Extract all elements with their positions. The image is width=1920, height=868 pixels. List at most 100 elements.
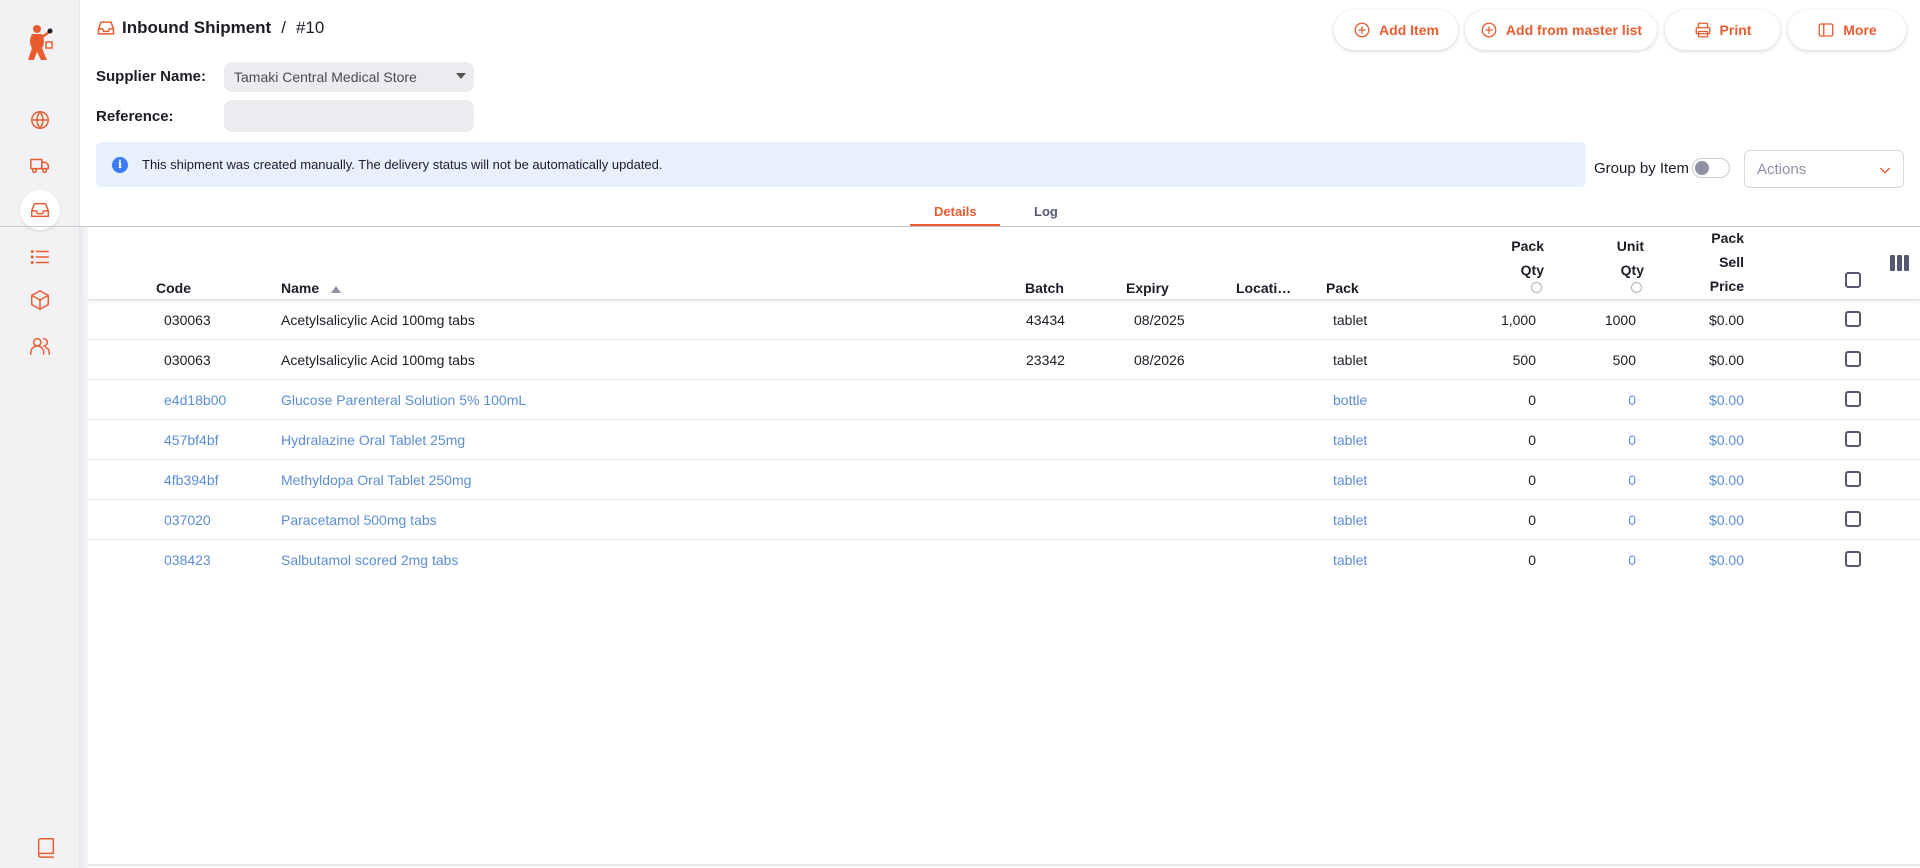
col-header-pack-sell-price[interactable]: Pack Sell Price — [1684, 226, 1744, 298]
cell-batch: 23342 — [1026, 352, 1065, 368]
truck-icon[interactable] — [20, 145, 60, 185]
row-checkbox[interactable] — [1845, 311, 1861, 327]
page-title: Inbound Shipment / #10 — [96, 16, 324, 40]
cell-pack: tablet — [1333, 432, 1368, 448]
plus-circle-icon — [1481, 22, 1497, 38]
plus-circle-icon — [1354, 22, 1370, 38]
cell-price: $0.00 — [1708, 472, 1744, 488]
cell-price: $0.00 — [1708, 352, 1744, 368]
cell-code: 4fb394bf — [164, 472, 219, 488]
cell-pack-qty: 0 — [1528, 432, 1536, 448]
col-header-unit-qty[interactable]: Unit Qty — [1584, 234, 1644, 294]
cell-pack-qty: 0 — [1528, 552, 1536, 568]
table-row[interactable]: 037020 Paracetamol 500mg tabs tablet 0 0… — [88, 500, 1920, 540]
supplier-select[interactable]: Tamaki Central Medical Store — [224, 62, 474, 92]
col-header-name[interactable]: Name — [281, 280, 342, 296]
cell-price: $0.00 — [1708, 552, 1744, 568]
col-header-code[interactable]: Code — [156, 280, 191, 296]
caret-down-icon — [456, 73, 466, 79]
col-header-batch[interactable]: Batch — [1025, 280, 1064, 296]
add-from-master-list-button[interactable]: Add from master list — [1465, 10, 1657, 50]
table-row[interactable]: 030063 Acetylsalicylic Acid 100mg tabs 2… — [88, 340, 1920, 380]
table-row[interactable]: e4d18b00 Glucose Parenteral Solution 5% … — [88, 380, 1920, 420]
help-circle-icon[interactable] — [1631, 282, 1642, 293]
group-by-item-toggle[interactable] — [1692, 158, 1730, 178]
content-edge — [80, 226, 88, 868]
table-row[interactable]: 4fb394bf Methyldopa Oral Tablet 250mg ta… — [88, 460, 1920, 500]
cell-price: $0.00 — [1708, 312, 1744, 328]
table-header: Code Name Batch Expiry Locati… Pack Pack… — [88, 227, 1920, 300]
add-from-master-label: Add from master list — [1505, 22, 1643, 38]
cell-code: e4d18b00 — [164, 392, 227, 408]
info-icon: i — [112, 156, 128, 173]
select-all-checkbox[interactable] — [1845, 272, 1861, 288]
col-header-location[interactable]: Locati… — [1236, 280, 1291, 296]
col-header-name-label: Name — [281, 280, 320, 296]
sell-line2: Sell — [1719, 254, 1744, 270]
print-button[interactable]: Print — [1665, 10, 1780, 50]
print-label: Print — [1719, 22, 1752, 38]
cell-unit-qty: 0 — [1628, 512, 1636, 528]
reference-input[interactable] — [224, 100, 474, 132]
box-icon[interactable] — [20, 280, 60, 320]
toggle-knob — [1695, 161, 1709, 175]
cell-pack-qty: 0 — [1528, 472, 1536, 488]
row-checkbox[interactable] — [1845, 511, 1861, 527]
reference-label: Reference: — [96, 108, 174, 125]
table-row[interactable]: 038423 Salbutamol scored 2mg tabs tablet… — [88, 540, 1920, 580]
help-circle-icon[interactable] — [1531, 282, 1542, 293]
row-checkbox[interactable] — [1845, 471, 1861, 487]
cell-name: Acetylsalicylic Acid 100mg tabs — [281, 352, 475, 368]
cell-expiry: 08/2026 — [1134, 352, 1185, 368]
col-header-pack-qty[interactable]: Pack Qty — [1484, 234, 1544, 294]
inbox-icon — [97, 21, 115, 35]
cell-pack-qty: 0 — [1528, 392, 1536, 408]
list-icon[interactable] — [20, 237, 60, 277]
row-checkbox[interactable] — [1845, 431, 1861, 447]
book-icon[interactable] — [26, 827, 66, 867]
more-button[interactable]: More — [1788, 10, 1906, 50]
app-logo[interactable] — [22, 20, 56, 64]
tab-log[interactable]: Log — [1034, 204, 1058, 219]
cell-unit-qty: 0 — [1628, 552, 1636, 568]
add-item-button[interactable]: Add Item — [1334, 10, 1458, 50]
users-icon[interactable] — [20, 326, 60, 366]
cell-unit-qty: 0 — [1628, 432, 1636, 448]
cell-pack: tablet — [1333, 472, 1368, 488]
cell-pack-qty: 500 — [1512, 352, 1536, 368]
cell-price: $0.00 — [1708, 432, 1744, 448]
cell-unit-qty: 0 — [1628, 472, 1636, 488]
cell-pack-qty: 0 — [1528, 512, 1536, 528]
cell-price: $0.00 — [1708, 512, 1744, 528]
column-picker-icon[interactable] — [1890, 255, 1909, 271]
active-tab-indicator — [910, 224, 1000, 226]
table-row[interactable]: 030063 Acetylsalicylic Acid 100mg tabs 4… — [88, 300, 1920, 340]
row-checkbox[interactable] — [1845, 351, 1861, 367]
cell-name: Methyldopa Oral Tablet 250mg — [281, 472, 472, 488]
cell-code: 457bf4bf — [164, 432, 219, 448]
unit-qty-line1: Unit — [1616, 238, 1644, 254]
chevron-down-icon — [1879, 167, 1891, 174]
cell-pack: bottle — [1333, 392, 1368, 408]
actions-dropdown[interactable]: Actions — [1744, 150, 1904, 188]
tab-details[interactable]: Details — [934, 204, 977, 219]
unit-qty-line2: Qty — [1620, 262, 1644, 278]
cell-pack: tablet — [1333, 352, 1368, 368]
supplier-name-label: Supplier Name: — [96, 68, 207, 85]
cell-name: Acetylsalicylic Acid 100mg tabs — [281, 312, 475, 328]
row-checkbox[interactable] — [1845, 391, 1861, 407]
pack-qty-line1: Pack — [1511, 238, 1544, 254]
table-row[interactable]: 457bf4bf Hydralazine Oral Tablet 25mg ta… — [88, 420, 1920, 460]
cell-name: Paracetamol 500mg tabs — [281, 512, 437, 528]
col-header-pack[interactable]: Pack — [1326, 280, 1359, 296]
globe-icon[interactable] — [20, 100, 60, 140]
cell-pack: tablet — [1333, 312, 1368, 328]
add-item-label: Add Item — [1379, 22, 1439, 38]
sell-line3: Price — [1709, 278, 1744, 294]
col-header-expiry[interactable]: Expiry — [1126, 280, 1169, 296]
row-checkbox[interactable] — [1845, 551, 1861, 567]
breadcrumb-title[interactable]: Inbound Shipment — [122, 18, 271, 38]
cell-name: Hydralazine Oral Tablet 25mg — [281, 432, 466, 448]
cell-batch: 43434 — [1026, 312, 1065, 328]
cell-name: Salbutamol scored 2mg tabs — [281, 552, 459, 568]
